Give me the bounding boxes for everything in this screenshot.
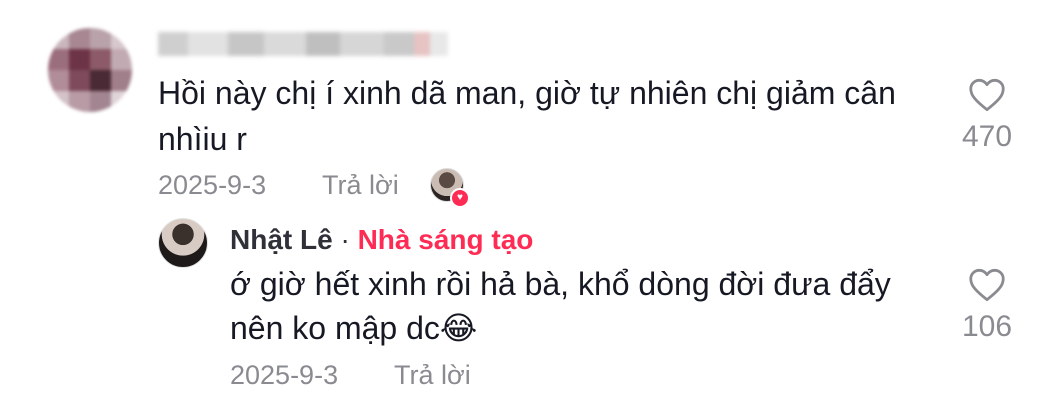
reply-like-count: 106 xyxy=(961,310,1013,343)
reply-header: Nhật Lê · Nhà sáng tạo xyxy=(230,224,533,256)
comment-reply-button[interactable]: Trả lời xyxy=(322,170,399,201)
reply-author-name[interactable]: Nhật Lê xyxy=(230,224,333,255)
heart-outline-icon xyxy=(969,78,1005,112)
comment-text: Hồi này chị í xinh dã man, giờ tự nhiên … xyxy=(158,75,896,157)
reply-author-avatar[interactable] xyxy=(158,218,208,268)
commenter-avatar[interactable] xyxy=(48,28,132,112)
heart-outline-icon xyxy=(969,268,1005,302)
separator-dot: · xyxy=(340,224,350,255)
reply-reply-button[interactable]: Trả lời xyxy=(394,360,471,391)
comment-like-count: 470 xyxy=(961,120,1013,153)
commenter-name-redacted[interactable] xyxy=(158,32,448,56)
comment-like-button[interactable]: 470 xyxy=(952,78,1022,154)
reply-like-button[interactable]: 106 xyxy=(952,268,1022,344)
comment-date: 2025-9-3 xyxy=(158,170,267,200)
reply-text: ớ giờ hết xinh rồi hả bà, khổ dòng đời đ… xyxy=(230,266,891,346)
creator-badge: Nhà sáng tạo xyxy=(357,224,534,255)
heart-badge-icon: ♥ xyxy=(450,188,470,208)
reply-date: 2025-9-3 xyxy=(230,360,339,390)
